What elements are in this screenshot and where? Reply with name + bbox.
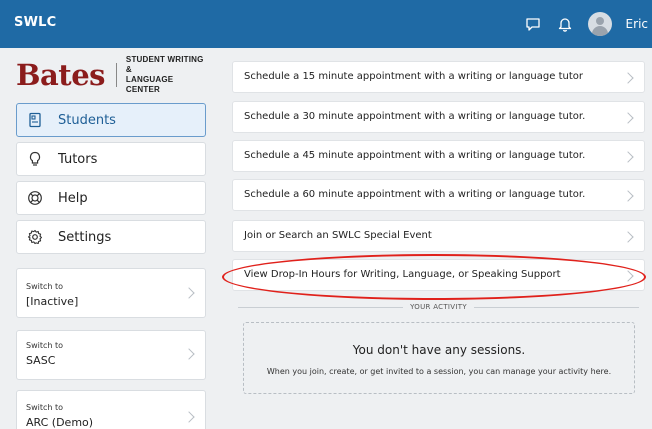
- empty-sessions-subtitle: When you join, create, or get invited to…: [266, 367, 612, 376]
- avatar-icon[interactable]: [587, 12, 612, 36]
- switch-prefix: Switch to: [26, 403, 64, 412]
- switch-card-inactive[interactable]: Switch to [Inactive]: [16, 268, 206, 318]
- sidebar-item-help[interactable]: Help: [16, 181, 206, 215]
- sidebar-item-label: Settings: [58, 229, 112, 245]
- drop-in-hours-item[interactable]: View Drop-In Hours for Writing, Language…: [232, 259, 645, 291]
- chevron-right-icon: [183, 287, 195, 299]
- activity-divider-right: [474, 307, 639, 308]
- id-card-icon: [26, 111, 44, 129]
- switch-name: [Inactive]: [26, 295, 79, 308]
- appointment-item-15min[interactable]: Schedule a 15 minute appointment with a …: [232, 61, 645, 93]
- gear-icon: [26, 228, 44, 246]
- chevron-right-icon: [622, 190, 634, 202]
- logo-subtitle-line2: LANGUAGE CENTER: [125, 75, 174, 94]
- sidebar-item-tutors[interactable]: Tutors: [16, 142, 206, 176]
- appointment-item-60min[interactable]: Schedule a 60 minute appointment with a …: [232, 179, 645, 211]
- switch-prefix: Switch to: [26, 341, 64, 350]
- app-title: SWLC: [14, 15, 57, 30]
- bates-logo: Bates STUDENT WRITING & LANGUAGE CENTER: [16, 55, 206, 95]
- appointment-label: Schedule a 30 minute appointment with a …: [244, 111, 586, 122]
- switch-name: SASC: [26, 354, 56, 367]
- logo-divider: [115, 63, 117, 87]
- logo-wordmark: Bates: [16, 58, 105, 92]
- lightbulb-icon: [26, 150, 44, 168]
- switch-card-arc-demo[interactable]: Switch to ARC (Demo): [16, 390, 206, 429]
- appointment-item-45min[interactable]: Schedule a 45 minute appointment with a …: [232, 140, 645, 172]
- sidebar-item-students[interactable]: Students: [16, 103, 206, 137]
- top-bar: SWLC Eric: [0, 0, 652, 48]
- chevron-right-icon: [183, 411, 195, 423]
- empty-sessions-title: You don't have any sessions.: [352, 343, 526, 357]
- top-bar-icons: Eric: [524, 0, 652, 48]
- logo-subtitle: STUDENT WRITING & LANGUAGE CENTER: [126, 55, 206, 95]
- switch-name: ARC (Demo): [26, 416, 94, 429]
- chevron-right-icon: [622, 72, 634, 84]
- chat-icon[interactable]: [524, 15, 542, 33]
- appointment-item-30min[interactable]: Schedule a 30 minute appointment with a …: [232, 101, 645, 133]
- drop-in-hours-label: View Drop-In Hours for Writing, Language…: [244, 269, 561, 280]
- chevron-right-icon: [622, 151, 634, 163]
- switch-card-sasc[interactable]: Switch to SASC: [16, 330, 206, 380]
- sidebar: Bates STUDENT WRITING & LANGUAGE CENTER …: [16, 55, 206, 429]
- chevron-right-icon: [622, 112, 634, 124]
- sidebar-item-settings[interactable]: Settings: [16, 220, 206, 254]
- switch-prefix: Switch to: [26, 282, 64, 291]
- chevron-right-icon: [183, 348, 195, 360]
- sidebar-item-label: Tutors: [58, 151, 98, 167]
- empty-sessions-panel: You don't have any sessions. When you jo…: [243, 322, 635, 394]
- special-event-label: Join or Search an SWLC Special Event: [244, 230, 432, 241]
- lifebuoy-icon: [26, 189, 44, 207]
- appointment-label: Schedule a 60 minute appointment with a …: [244, 189, 586, 200]
- sidebar-item-label: Students: [58, 112, 116, 128]
- bell-icon[interactable]: [556, 15, 574, 33]
- appointment-label: Schedule a 45 minute appointment with a …: [244, 150, 586, 161]
- special-event-item[interactable]: Join or Search an SWLC Special Event: [232, 220, 645, 252]
- chevron-right-icon: [622, 231, 634, 243]
- user-name[interactable]: Eric: [626, 17, 648, 31]
- appointment-label: Schedule a 15 minute appointment with a …: [244, 71, 583, 82]
- sidebar-item-label: Help: [58, 190, 88, 206]
- chevron-right-icon: [622, 270, 634, 282]
- logo-subtitle-line1: STUDENT WRITING &: [125, 55, 204, 74]
